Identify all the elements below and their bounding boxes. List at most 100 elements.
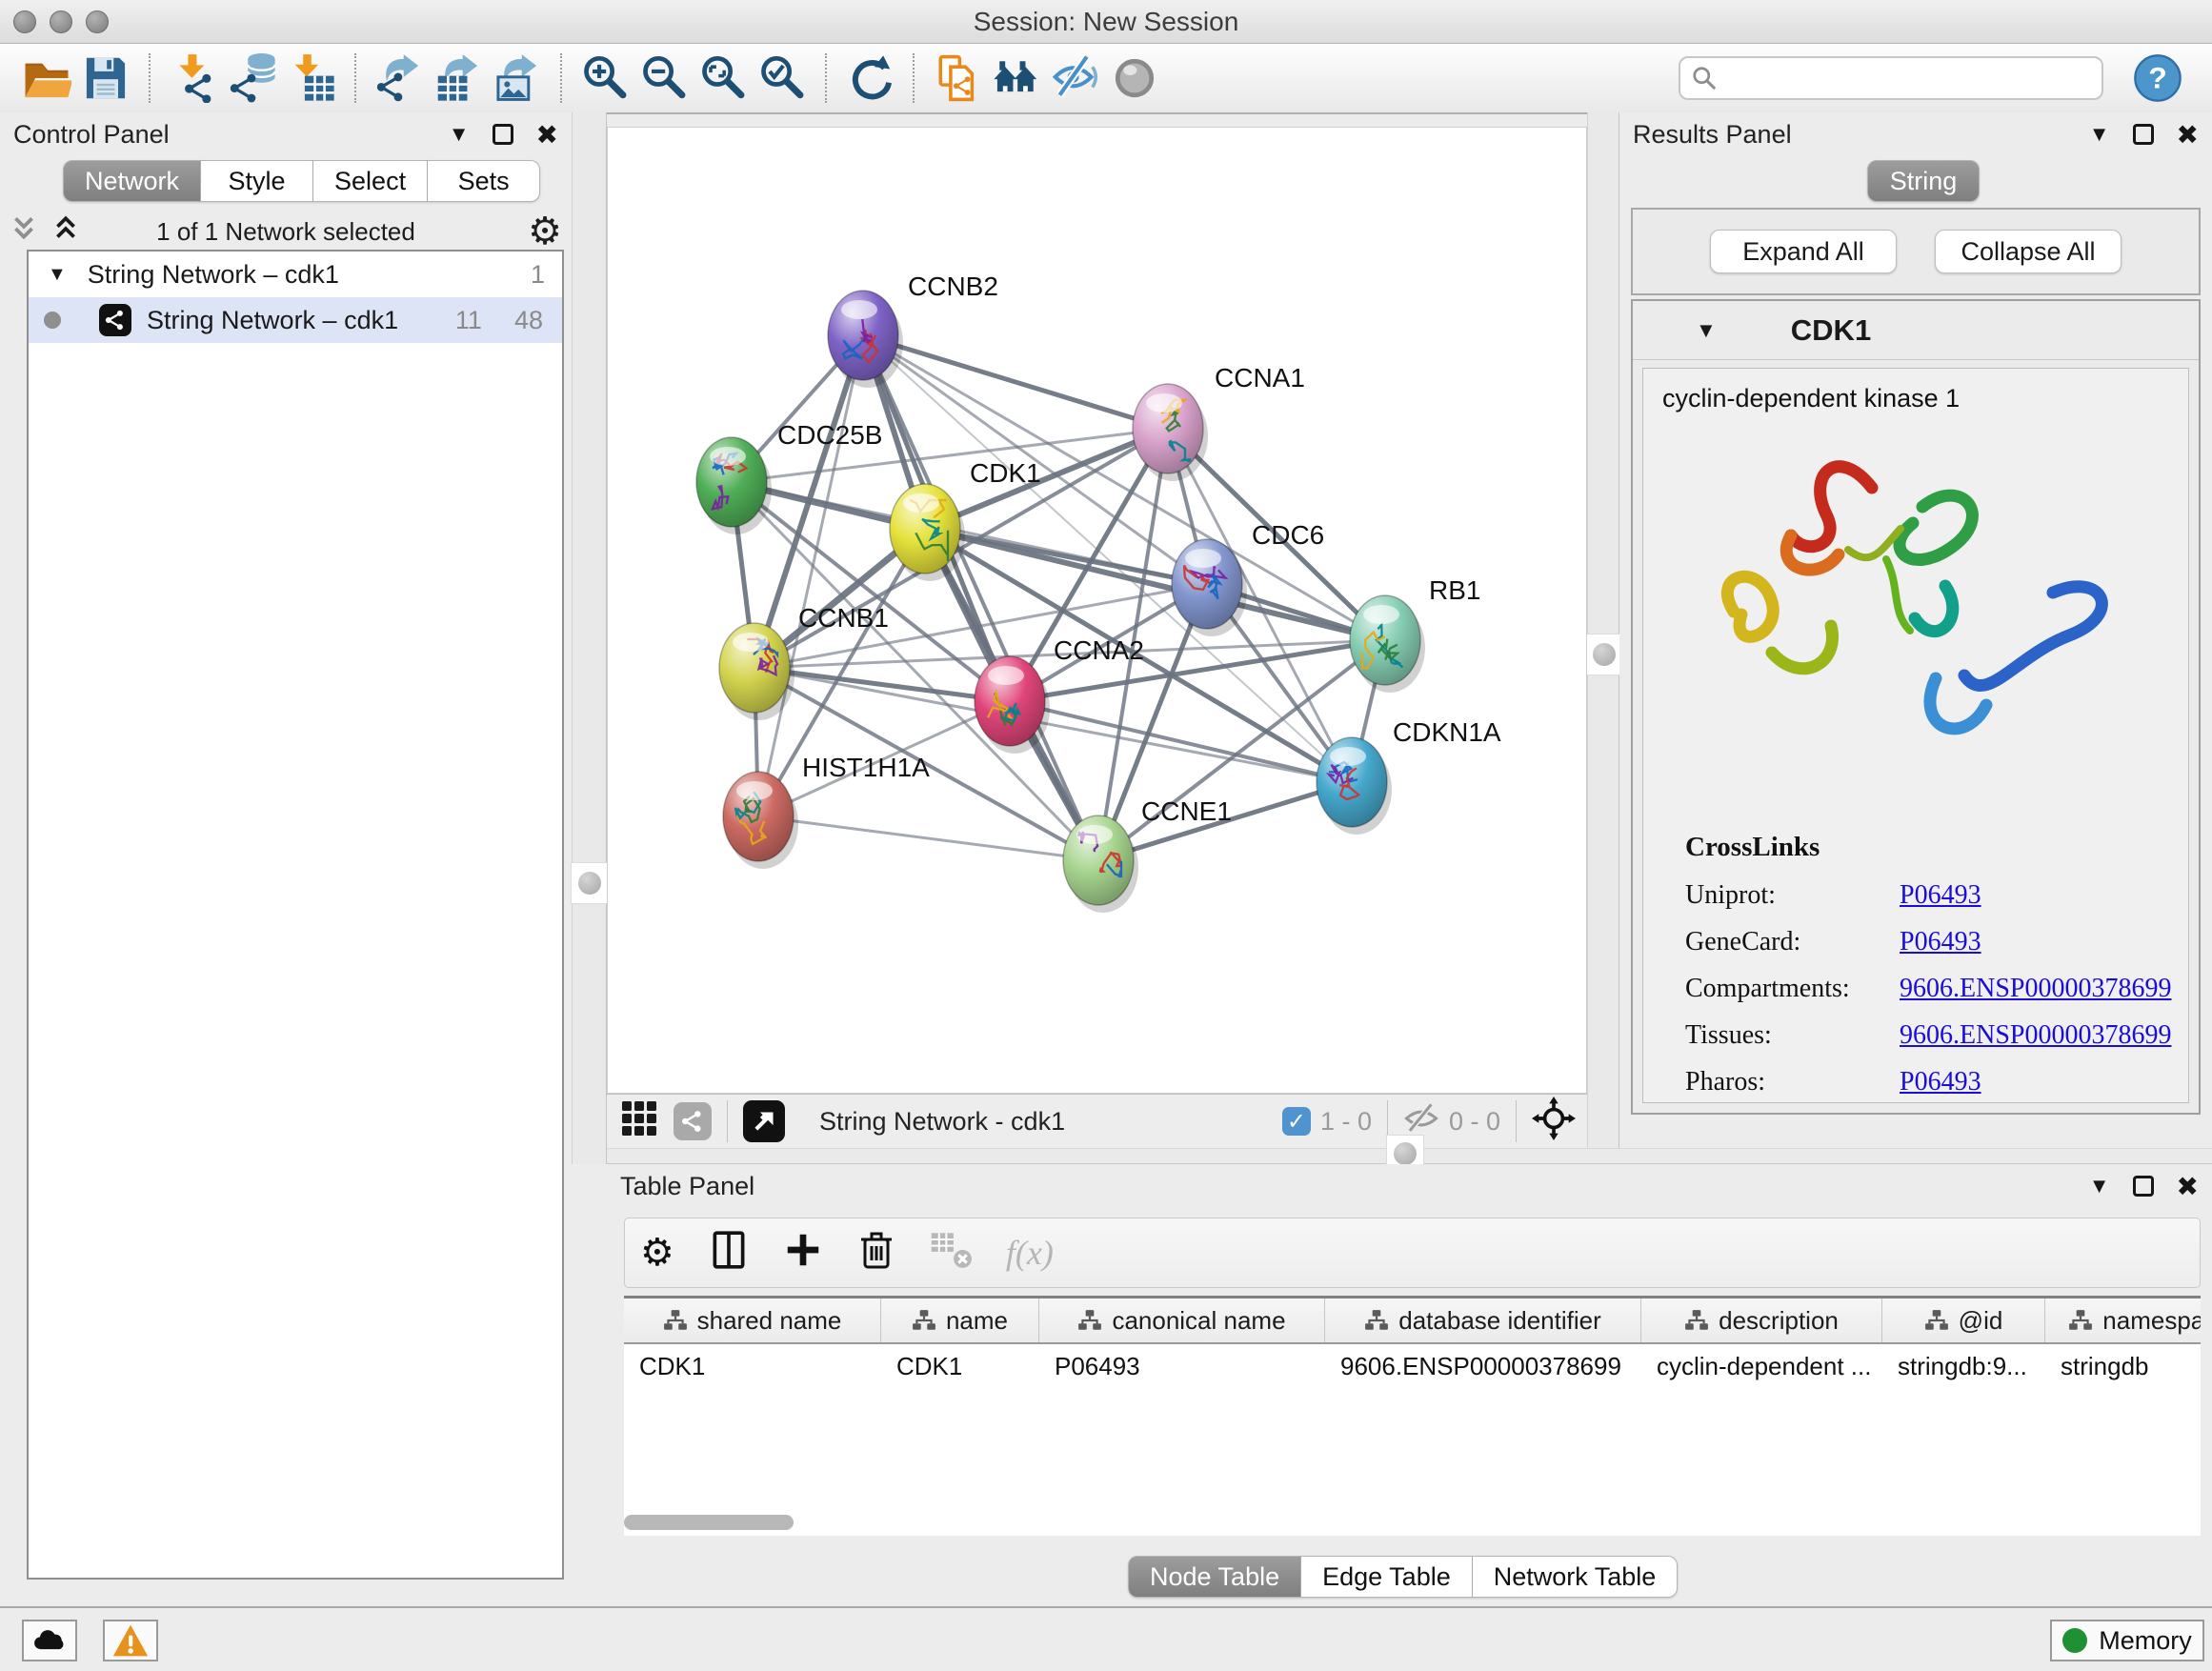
column-header-canonical-name[interactable]: canonical name bbox=[1039, 1299, 1325, 1342]
apply-preferred-layout-icon[interactable] bbox=[840, 50, 899, 106]
tab-select[interactable]: Select bbox=[313, 160, 428, 202]
table-cell[interactable]: cyclin-dependent ... bbox=[1641, 1344, 1882, 1388]
crosslink-row: Uniprot:P06493 bbox=[1685, 880, 2171, 911]
zoom-out-icon[interactable] bbox=[634, 50, 694, 106]
table-cell[interactable]: stringdb:9... bbox=[1882, 1344, 2045, 1388]
table-cell[interactable]: P06493 bbox=[1039, 1344, 1325, 1388]
function-builder-icon-disabled: f(x) bbox=[1006, 1233, 1054, 1273]
export-network-icon[interactable] bbox=[370, 50, 429, 106]
save-session-icon[interactable] bbox=[76, 50, 135, 106]
network-node-ccne1[interactable]: CCNE1 bbox=[1063, 796, 1232, 913]
network-row-selected[interactable]: String Network – cdk1 11 48 bbox=[29, 297, 562, 343]
gene-card-header[interactable]: ▼ CDK1 bbox=[1633, 301, 2199, 360]
expand-all-button[interactable]: Expand All bbox=[1710, 230, 1897, 273]
detach-view-icon[interactable] bbox=[743, 1100, 785, 1142]
help-icon[interactable]: ? bbox=[2128, 50, 2187, 106]
import-table-from-file-icon[interactable] bbox=[282, 50, 341, 106]
export-image-icon[interactable] bbox=[488, 50, 547, 106]
delete-column-icon[interactable] bbox=[855, 1229, 897, 1278]
show-columns-icon[interactable] bbox=[707, 1228, 751, 1278]
column-header--id[interactable]: @id bbox=[1882, 1299, 2045, 1342]
bottom-splitter-handle[interactable] bbox=[1394, 1142, 1417, 1165]
network-selection-status: 1 of 1 Network selected bbox=[10, 217, 562, 247]
network-canvas[interactable]: CCNB2CCNA1CDC25BCDK1CDC6RB1CCNB1CCNA2CDK… bbox=[607, 127, 1587, 1094]
import-network-from-database-icon[interactable] bbox=[223, 50, 282, 106]
crosslink-link[interactable]: P06493 bbox=[1900, 880, 1981, 911]
zoom-fit-content-icon[interactable] bbox=[694, 50, 753, 106]
gene-card-disclosure-icon[interactable]: ▼ bbox=[1696, 318, 1717, 343]
column-header-description[interactable]: description bbox=[1641, 1299, 1882, 1342]
results-panel-float-icon[interactable] bbox=[2133, 124, 2154, 145]
add-column-icon[interactable] bbox=[783, 1230, 823, 1277]
results-panel-close-icon[interactable]: ✖ bbox=[2177, 119, 2199, 151]
string-view-share-icon[interactable] bbox=[674, 1102, 712, 1140]
results-panel-title: Results Panel bbox=[1633, 120, 1792, 150]
tab-edge-table[interactable]: Edge Table bbox=[1301, 1556, 1473, 1598]
left-splitter-handle[interactable] bbox=[578, 872, 601, 895]
control-panel-menu-caret-icon[interactable]: ▼ bbox=[449, 122, 470, 147]
share-document-icon[interactable] bbox=[928, 50, 987, 106]
export-table-icon[interactable] bbox=[429, 50, 488, 106]
table-cell[interactable]: CDK1 bbox=[624, 1344, 881, 1388]
table-cell[interactable]: 9606.ENSP00000378699 bbox=[1325, 1344, 1641, 1388]
column-header-name[interactable]: name bbox=[881, 1299, 1039, 1342]
selected-nodes-edges-count: 1 - 0 bbox=[1320, 1107, 1372, 1137]
network-node-hist1h1a[interactable]: HIST1H1A bbox=[723, 753, 930, 869]
results-panel-menu-caret-icon[interactable]: ▼ bbox=[2089, 122, 2110, 147]
zoom-in-icon[interactable] bbox=[575, 50, 634, 106]
control-panel-close-icon[interactable]: ✖ bbox=[536, 119, 558, 151]
network-options-gear-icon[interactable]: ⚙ bbox=[528, 212, 562, 251]
selected-items-checkbox-icon[interactable]: ✓ bbox=[1282, 1107, 1311, 1136]
table-panel-menu-caret-icon[interactable]: ▼ bbox=[2089, 1174, 2110, 1198]
table-options-gear-icon[interactable]: ⚙ bbox=[640, 1234, 674, 1272]
tab-network[interactable]: Network bbox=[63, 160, 201, 202]
network-collection-row[interactable]: ▼ String Network – cdk1 1 bbox=[29, 252, 562, 297]
column-header-shared-name[interactable]: shared name bbox=[624, 1299, 881, 1342]
node-label-ccnb1: CCNB1 bbox=[798, 603, 889, 633]
birds-eye-toggle-icon[interactable] bbox=[1532, 1097, 1576, 1147]
search-input[interactable] bbox=[1719, 59, 2092, 97]
cloud-button[interactable] bbox=[22, 1620, 77, 1661]
results-panel-header: Results Panel ▼ ✖ bbox=[1619, 112, 2212, 156]
table-panel-header: Table Panel ▼ ✖ bbox=[607, 1164, 2212, 1208]
view-grid-icon[interactable] bbox=[618, 1097, 660, 1146]
crosslink-link[interactable]: P06493 bbox=[1900, 1067, 1981, 1097]
open-session-icon[interactable] bbox=[17, 50, 76, 106]
right-splitter-handle[interactable] bbox=[1593, 643, 1616, 666]
tab-network-table[interactable]: Network Table bbox=[1473, 1556, 1679, 1598]
table-panel-float-icon[interactable] bbox=[2133, 1176, 2154, 1197]
collection-disclosure-icon[interactable]: ▼ bbox=[48, 264, 67, 286]
tab-sets[interactable]: Sets bbox=[428, 160, 540, 202]
tab-style[interactable]: Style bbox=[201, 160, 313, 202]
crosslink-link[interactable]: P06493 bbox=[1900, 927, 1981, 957]
table-panel-close-icon[interactable]: ✖ bbox=[2177, 1171, 2199, 1202]
control-panel-title: Control Panel bbox=[13, 120, 170, 150]
column-header-database-identifier[interactable]: database identifier bbox=[1325, 1299, 1641, 1342]
tab-node-table[interactable]: Node Table bbox=[1128, 1556, 1301, 1598]
import-network-from-file-icon[interactable] bbox=[164, 50, 223, 106]
crosslink-link[interactable]: 9606.ENSP00000378699 bbox=[1900, 1020, 2171, 1051]
hide-panels-icon[interactable] bbox=[1046, 50, 1105, 106]
network-node-cdkn1a[interactable]: CDKN1A bbox=[1317, 717, 1501, 835]
right-splitter[interactable] bbox=[1587, 112, 1619, 1164]
left-splitter[interactable] bbox=[572, 112, 607, 1164]
collapse-all-button[interactable]: Collapse All bbox=[1935, 230, 2122, 273]
warnings-button[interactable] bbox=[103, 1620, 158, 1661]
tab-string[interactable]: String bbox=[1867, 160, 1980, 202]
toolbar-search-box[interactable] bbox=[1679, 56, 2103, 100]
table-cell[interactable]: stringdb bbox=[2045, 1344, 2201, 1388]
zoom-selected-icon[interactable] bbox=[753, 50, 812, 106]
bottom-splitter[interactable] bbox=[607, 1148, 2212, 1164]
table-cell[interactable]: CDK1 bbox=[881, 1344, 1039, 1388]
network-node-cdc25b[interactable]: CDC25B bbox=[696, 420, 882, 534]
crosslink-link[interactable]: 9606.ENSP00000378699 bbox=[1900, 974, 2171, 1004]
column-header-namespace[interactable]: namespace bbox=[2045, 1299, 2201, 1342]
table-row[interactable]: CDK1CDK1P064939606.ENSP00000378699cyclin… bbox=[624, 1344, 2201, 1388]
show-panels-icon[interactable] bbox=[1105, 50, 1164, 106]
memory-button[interactable]: Memory bbox=[2050, 1620, 2204, 1661]
show-starter-panel-icon[interactable] bbox=[987, 50, 1046, 106]
table-horizontal-scrollbar[interactable] bbox=[624, 1515, 2201, 1534]
control-panel-float-icon[interactable] bbox=[493, 124, 513, 145]
network-node-ccna1[interactable]: CCNA1 bbox=[1133, 363, 1305, 481]
network-node-rb1[interactable]: RB1 bbox=[1350, 575, 1480, 693]
